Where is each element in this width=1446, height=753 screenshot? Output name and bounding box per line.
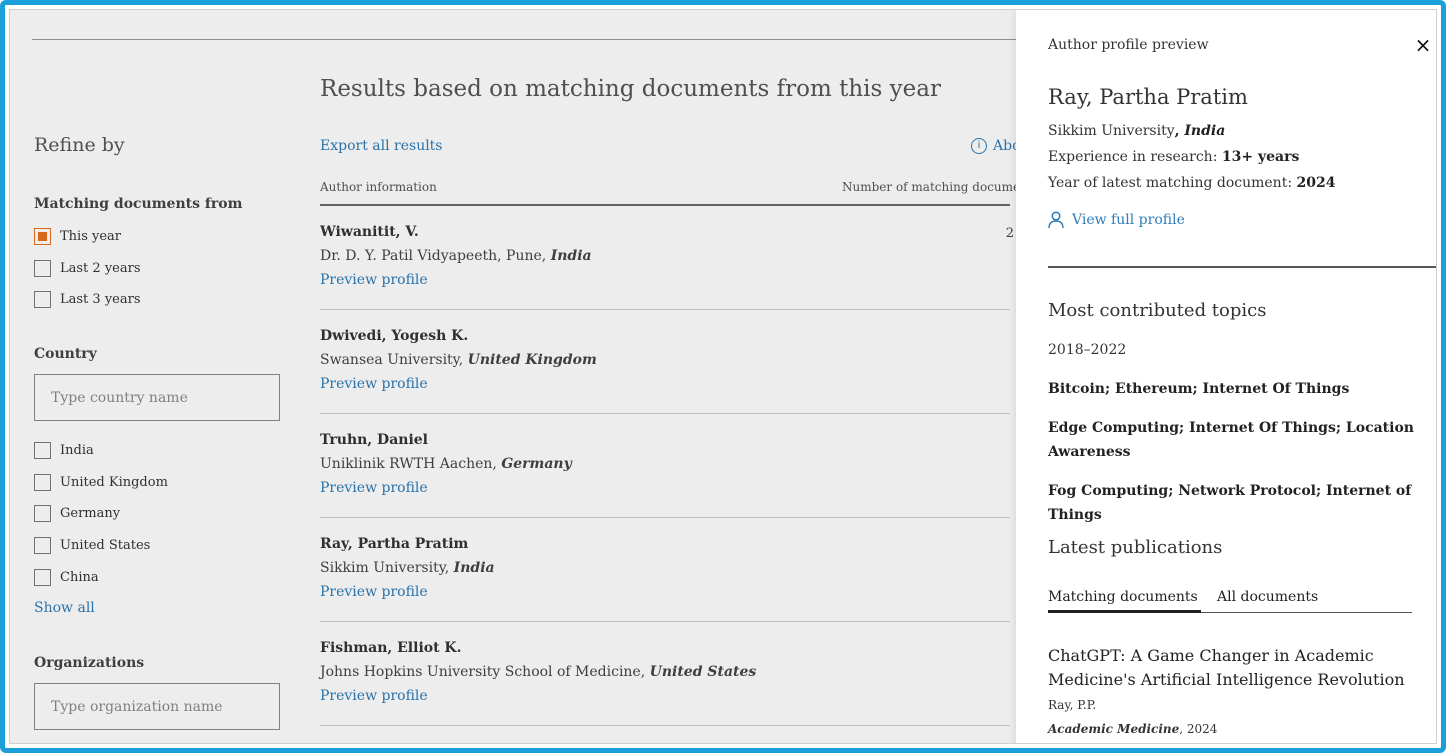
experience-value: 13+ years bbox=[1221, 149, 1300, 165]
view-full-profile-label: View full profile bbox=[1072, 212, 1185, 228]
publication-journal: Academic Medicine bbox=[1048, 722, 1180, 736]
publication-source: Academic Medicine, 2024 bbox=[1048, 722, 1217, 736]
topic-item: Edge Computing; Internet Of Things; Loca… bbox=[1048, 420, 1414, 460]
app-window: Refine by Matching documents from This y… bbox=[9, 9, 1437, 744]
author-affiliation: Sikkim University, India bbox=[1048, 123, 1225, 139]
view-full-profile-link[interactable]: View full profile bbox=[1048, 211, 1185, 229]
topic-item: Fog Computing; Network Protocol; Interne… bbox=[1048, 483, 1412, 523]
tab-matching-documents[interactable]: Matching documents bbox=[1048, 589, 1201, 613]
country-separator: , bbox=[1174, 123, 1185, 139]
latest-document-value: 2024 bbox=[1296, 175, 1336, 191]
topic-item: Bitcoin; Ethereum; Internet Of Things bbox=[1048, 381, 1350, 397]
author-name-heading: Ray, Partha Pratim bbox=[1048, 85, 1248, 109]
topics-years: 2018–2022 bbox=[1048, 342, 1127, 358]
publications-heading: Latest publications bbox=[1048, 537, 1223, 558]
experience-line: Experience in research: 13+ years bbox=[1048, 149, 1299, 165]
affiliation-country: India bbox=[1184, 123, 1226, 139]
affiliation-text: Sikkim University bbox=[1048, 123, 1175, 139]
publications-tabs: Matching documents All documents bbox=[1048, 589, 1412, 613]
panel-label: Author profile preview bbox=[1048, 37, 1209, 53]
publication-title-link[interactable]: ChatGPT: A Game Changer in Academic Medi… bbox=[1048, 644, 1408, 692]
tab-all-documents[interactable]: All documents bbox=[1217, 589, 1318, 605]
panel-divider bbox=[1048, 266, 1436, 268]
close-icon[interactable]: × bbox=[1412, 34, 1434, 56]
topics-heading: Most contributed topics bbox=[1048, 300, 1267, 321]
author-profile-preview-panel: Author profile preview × Ray, Partha Pra… bbox=[1016, 10, 1436, 743]
latest-document-line: Year of latest matching document: 2024 bbox=[1048, 175, 1335, 191]
screenshot-frame: Refine by Matching documents from This y… bbox=[0, 0, 1446, 753]
publication-authors: Ray, P.P. bbox=[1048, 698, 1097, 712]
latest-document-label: Year of latest matching document: bbox=[1048, 175, 1297, 191]
publication-year: , 2024 bbox=[1179, 722, 1218, 736]
user-icon bbox=[1048, 211, 1064, 229]
author-results-page: Refine by Matching documents from This y… bbox=[10, 10, 1436, 743]
experience-label: Experience in research: bbox=[1048, 149, 1222, 165]
